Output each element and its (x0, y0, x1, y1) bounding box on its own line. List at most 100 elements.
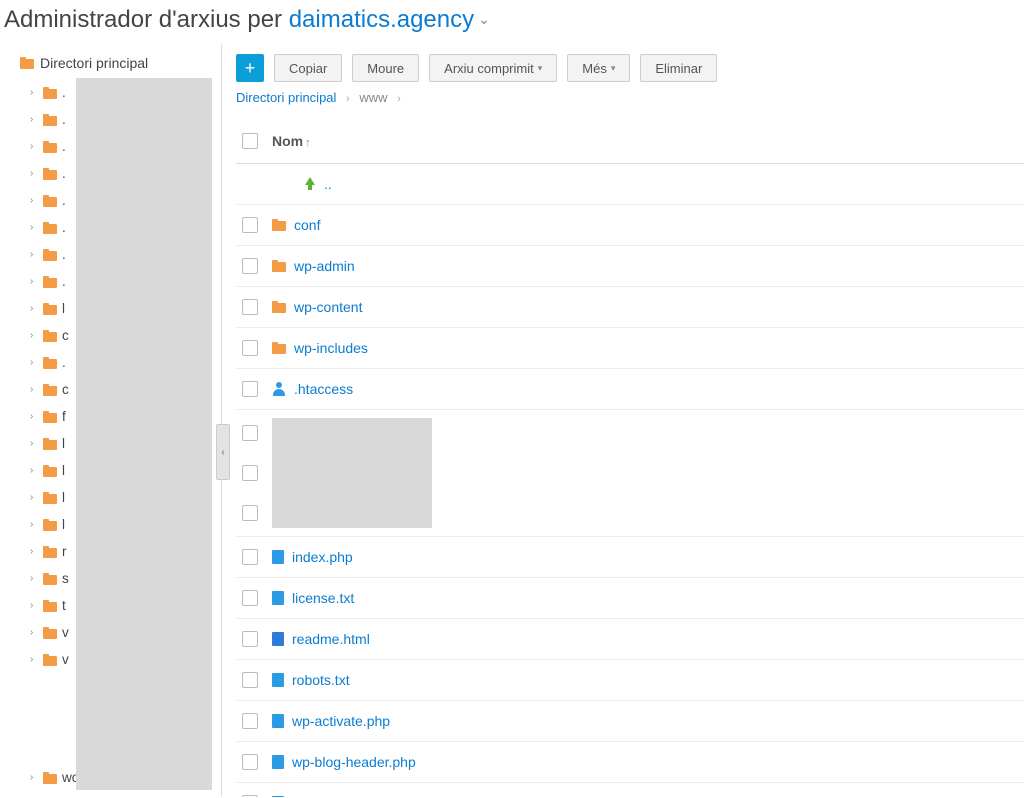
sidebar-collapse-handle[interactable]: ‹ (216, 424, 230, 480)
table-row[interactable]: .htaccess (236, 369, 1024, 410)
sidebar-item-label: . (62, 85, 66, 100)
row-checkbox[interactable] (242, 672, 258, 688)
row-checkbox[interactable] (242, 258, 258, 274)
table-row[interactable]: license.txt (236, 578, 1024, 619)
folder-icon (43, 627, 57, 639)
row-checkbox[interactable] (242, 505, 258, 521)
column-header-name[interactable]: Nom↑ (272, 133, 311, 149)
chevron-right-icon: › (30, 654, 38, 665)
row-checkbox[interactable] (242, 217, 258, 233)
table-row[interactable]: wp-content (236, 287, 1024, 328)
chevron-right-icon: › (30, 276, 38, 287)
sidebar-item-label: l (62, 517, 65, 532)
file-icon (272, 550, 284, 564)
move-button[interactable]: Moure (352, 54, 419, 82)
file-name[interactable]: readme.html (272, 631, 370, 647)
file-icon (272, 591, 284, 605)
chevron-right-icon: › (30, 465, 38, 476)
row-checkbox[interactable] (242, 425, 258, 441)
sidebar-item-label: s (62, 571, 69, 586)
row-checkbox[interactable] (242, 713, 258, 729)
table-row[interactable]: index.php (236, 537, 1024, 578)
row-checkbox[interactable] (242, 795, 258, 797)
file-icon (272, 673, 284, 687)
row-checkbox[interactable] (242, 631, 258, 647)
folder-icon (43, 141, 57, 153)
table-row[interactable]: conf (236, 205, 1024, 246)
sidebar-item-label: l (62, 436, 65, 451)
file-name[interactable]: wp-content (272, 299, 362, 315)
folder-icon (43, 465, 57, 477)
folder-icon (43, 492, 57, 504)
sidebar-item-label: l (62, 463, 65, 478)
chevron-right-icon: › (30, 492, 38, 503)
folder-icon (43, 573, 57, 585)
chevron-right-icon: › (30, 168, 38, 179)
add-button[interactable]: + (236, 54, 264, 82)
person-icon (272, 382, 286, 396)
file-name[interactable]: robots.txt (272, 672, 350, 688)
toolbar: + Copiar Moure Arxiu comprimit▾ Més▾ Eli… (236, 54, 1024, 82)
file-name[interactable]: wp-includes (272, 340, 368, 356)
chevron-right-icon: › (346, 93, 350, 105)
domain-link[interactable]: daimatics.agency (289, 6, 474, 33)
folder-icon (272, 260, 286, 272)
folder-icon (272, 219, 286, 231)
file-name[interactable]: .htaccess (272, 381, 353, 397)
sidebar-root[interactable]: Directori principal (20, 54, 217, 79)
folder-icon (43, 168, 57, 180)
table-row[interactable]: wp-admin (236, 246, 1024, 287)
sidebar-item-label: . (62, 193, 66, 208)
chevron-right-icon: › (30, 330, 38, 341)
chevron-right-icon: › (30, 546, 38, 557)
chevron-right-icon: › (30, 600, 38, 611)
delete-button[interactable]: Eliminar (640, 54, 717, 82)
table-row[interactable]: readme.html (236, 619, 1024, 660)
file-name[interactable]: conf (272, 217, 320, 233)
folder-icon (43, 357, 57, 369)
chevron-down-icon: ▾ (611, 63, 616, 74)
file-name[interactable]: wp-blog-header.php (272, 754, 416, 770)
sidebar-item-label: l (62, 490, 65, 505)
folder-icon (43, 114, 57, 126)
chevron-right-icon: › (30, 87, 38, 98)
table-row[interactable]: wp-includes (236, 328, 1024, 369)
file-name[interactable]: license.txt (272, 590, 354, 606)
chevron-right-icon: › (30, 249, 38, 260)
select-all-checkbox[interactable] (242, 133, 258, 149)
sidebar-item-label: c (62, 382, 69, 397)
row-checkbox[interactable] (242, 754, 258, 770)
row-checkbox[interactable] (242, 381, 258, 397)
file-name[interactable]: .. (302, 176, 332, 192)
archive-button[interactable]: Arxiu comprimit▾ (429, 54, 557, 82)
more-button[interactable]: Més▾ (567, 54, 630, 82)
row-checkbox[interactable] (242, 549, 258, 565)
row-checkbox[interactable] (242, 465, 258, 481)
copy-button[interactable]: Copiar (274, 54, 342, 82)
row-checkbox[interactable] (242, 340, 258, 356)
chevron-right-icon: › (30, 411, 38, 422)
row-checkbox[interactable] (242, 590, 258, 606)
table-row[interactable]: wp-blog-header.php (236, 742, 1024, 783)
chevron-down-icon[interactable]: ⌄ (478, 11, 490, 27)
breadcrumb-root[interactable]: Directori principal (236, 90, 336, 105)
row-checkbox[interactable] (242, 299, 258, 315)
file-name[interactable]: wp-admin (272, 258, 355, 274)
folder-icon (20, 57, 34, 69)
breadcrumb-current: www (359, 90, 387, 105)
folder-icon (43, 519, 57, 531)
folder-icon (43, 384, 57, 396)
table-row[interactable]: robots.txt (236, 660, 1024, 701)
table-row[interactable]: wp-activate.php (236, 701, 1024, 742)
file-name[interactable]: index.php (272, 549, 353, 565)
file-name[interactable]: wp-activate.php (272, 713, 390, 729)
table-row[interactable]: wp-comments-post.php (236, 783, 1024, 797)
page-title: Administrador d'arxius per daimatics.age… (0, 0, 1024, 44)
folder-icon (43, 222, 57, 234)
file-name[interactable]: wp-comments-post.php (272, 795, 438, 797)
chevron-right-icon: › (30, 222, 38, 233)
chevron-right-icon: › (30, 114, 38, 125)
chevron-right-icon: › (30, 573, 38, 584)
table-row-up[interactable]: .. (236, 164, 1024, 205)
chevron-right-icon: › (30, 519, 38, 530)
